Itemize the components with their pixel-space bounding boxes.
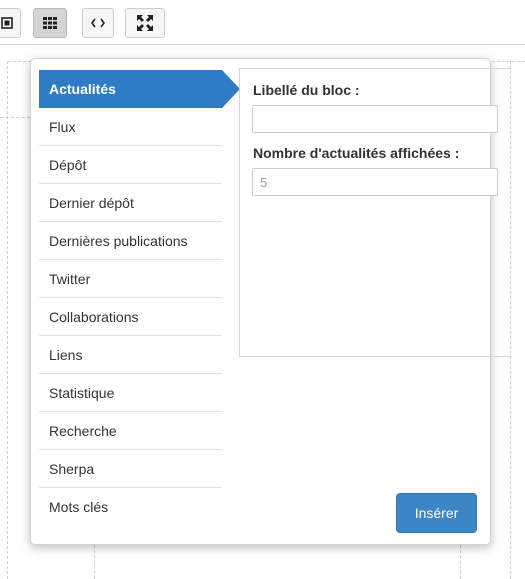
column-guide-2 xyxy=(460,545,461,579)
blocks-button[interactable] xyxy=(33,8,67,38)
source-code-button[interactable] xyxy=(82,8,114,38)
editor-screen: Actualités Flux Dépôt Dernier dépôt Dern… xyxy=(0,0,525,579)
block-settings-panel: Libellé du bloc : Nombre d'actualités af… xyxy=(239,68,510,357)
insert-block-popup: Actualités Flux Dépôt Dernier dépôt Dern… xyxy=(30,58,510,545)
block-label-input[interactable] xyxy=(252,105,498,133)
news-count-title: Nombre d'actualités affichées : xyxy=(253,145,460,161)
menu-item-actualites[interactable]: Actualités xyxy=(39,70,240,108)
menu-item-statistique[interactable]: Statistique xyxy=(39,374,222,412)
menu-item-twitter[interactable]: Twitter xyxy=(39,260,222,298)
menu-item-dernieres-publications[interactable]: Dernières publications xyxy=(39,222,222,260)
menu-item-depot[interactable]: Dépôt xyxy=(39,146,222,184)
insert-button[interactable]: Insérer xyxy=(396,493,477,533)
menu-item-sherpa[interactable]: Sherpa xyxy=(39,450,222,488)
news-count-input[interactable] xyxy=(252,168,498,196)
menu-item-recherche[interactable]: Recherche xyxy=(39,412,222,450)
page-outline-left-stub xyxy=(0,117,30,118)
page-outline-right xyxy=(510,61,511,579)
menu-item-collaborations[interactable]: Collaborations xyxy=(39,298,222,336)
fullscreen-icon xyxy=(137,15,153,31)
page-outline-left xyxy=(7,61,8,579)
column-guide-1 xyxy=(94,545,95,579)
menu-item-flux[interactable]: Flux xyxy=(39,108,222,146)
menu-item-dernier-depot[interactable]: Dernier dépôt xyxy=(39,184,222,222)
insert-block-icon xyxy=(0,17,13,29)
block-type-menu: Actualités Flux Dépôt Dernier dépôt Dern… xyxy=(39,70,240,526)
code-icon xyxy=(91,18,105,28)
menu-item-mots-cles[interactable]: Mots clés xyxy=(39,488,222,526)
menu-item-liens[interactable]: Liens xyxy=(39,336,222,374)
fullscreen-button[interactable] xyxy=(125,8,165,38)
editor-toolbar xyxy=(0,0,525,45)
insert-block-button[interactable] xyxy=(0,8,21,38)
block-label-title: Libellé du bloc : xyxy=(253,82,360,98)
grid-icon xyxy=(43,17,57,29)
